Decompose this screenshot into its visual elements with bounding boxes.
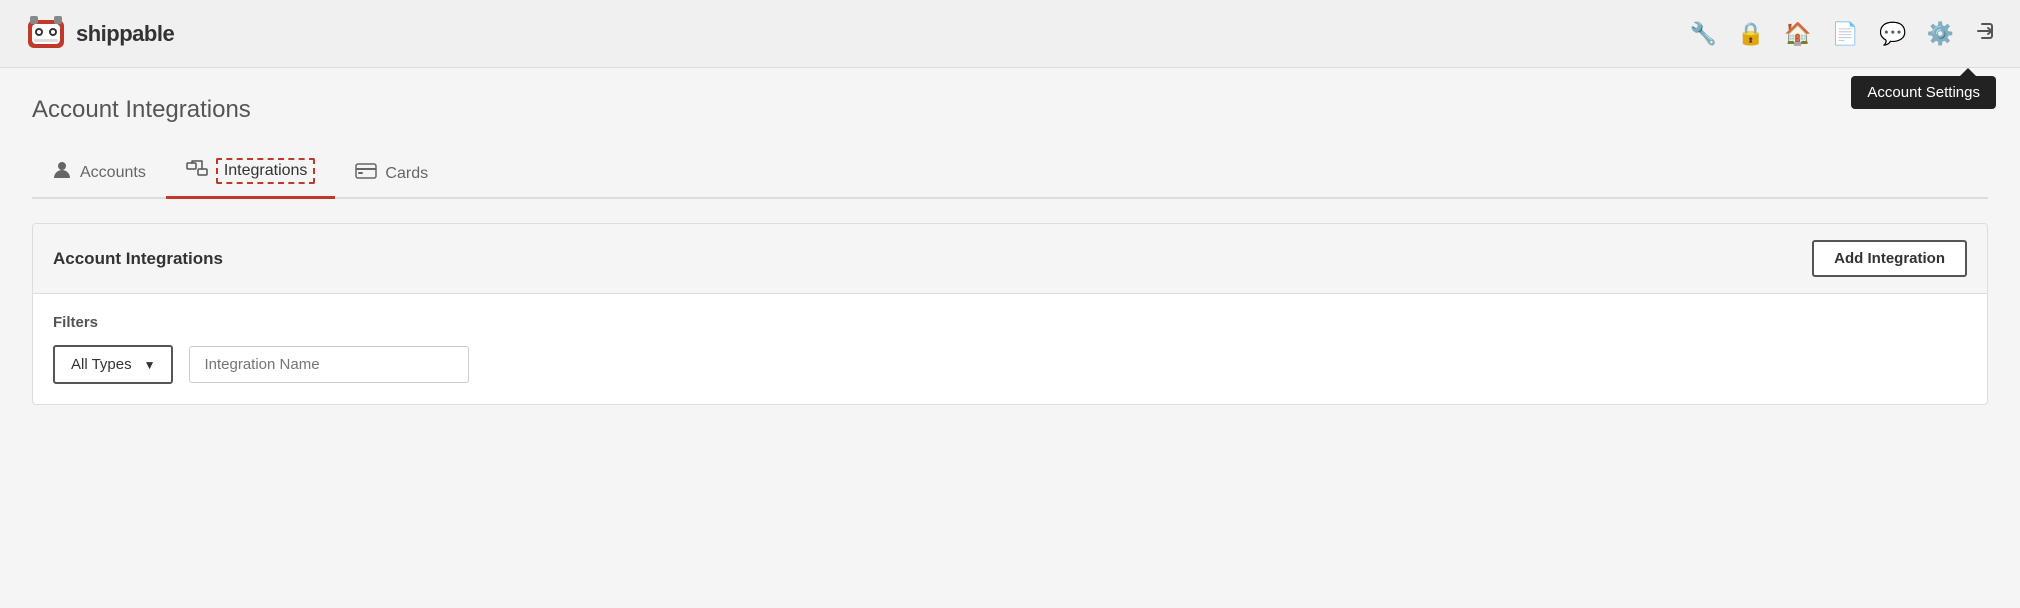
settings-icon[interactable]: ⚙️	[1927, 21, 1954, 47]
account-integrations-panel: Account Integrations Add Integration Fil…	[32, 223, 1988, 405]
chat-icon[interactable]: 💬	[1879, 21, 1906, 47]
tab-cards[interactable]: Cards	[335, 152, 448, 197]
integration-name-input[interactable]	[189, 346, 469, 383]
home-icon[interactable]: 🏠	[1784, 21, 1811, 47]
shippable-logo-icon	[24, 12, 68, 56]
tab-integrations[interactable]: Integrations	[166, 148, 336, 199]
tab-cards-label: Cards	[385, 165, 428, 183]
account-settings-tooltip: Account Settings	[1851, 76, 1996, 109]
dropdown-caret-icon: ▼	[144, 358, 156, 372]
credit-card-icon	[355, 162, 377, 180]
integration-arrows-icon	[186, 159, 208, 179]
tab-accounts[interactable]: Accounts	[32, 150, 166, 197]
tabs-container: Accounts Integrations	[32, 148, 1988, 199]
integrations-icon	[186, 159, 208, 184]
document-icon[interactable]: 📄	[1832, 21, 1859, 47]
filters-label: Filters	[53, 314, 1967, 331]
accounts-icon	[52, 160, 72, 185]
page-title: Account Integrations	[32, 96, 1988, 124]
wrench-icon[interactable]: 🔧	[1690, 21, 1717, 47]
lock-icon[interactable]: 🔒	[1737, 21, 1764, 47]
tab-accounts-label: Accounts	[80, 164, 146, 182]
panel-header: Account Integrations Add Integration	[33, 224, 1987, 294]
person-icon	[52, 160, 72, 180]
brand-name: shippable	[76, 21, 174, 47]
logout-arrow-icon	[1974, 20, 1996, 42]
page-content: Account Integrations Accounts	[0, 68, 2020, 405]
panel-title: Account Integrations	[53, 249, 223, 269]
type-filter-dropdown[interactable]: All Types ▼	[53, 345, 173, 384]
logout-icon[interactable]	[1974, 20, 1996, 48]
tab-integrations-label: Integrations	[216, 158, 316, 184]
navbar-icons: 🔧 🔒 🏠 📄 💬 ⚙️	[1690, 20, 1996, 48]
brand: shippable	[24, 12, 174, 56]
dropdown-label: All Types	[71, 356, 132, 373]
navbar: shippable 🔧 🔒 🏠 📄 💬 ⚙️ Account Settings	[0, 0, 2020, 68]
add-integration-button[interactable]: Add Integration	[1812, 240, 1967, 277]
filters-row: All Types ▼	[53, 345, 1967, 384]
panel-body: Filters All Types ▼	[33, 294, 1987, 404]
cards-icon	[355, 162, 377, 185]
